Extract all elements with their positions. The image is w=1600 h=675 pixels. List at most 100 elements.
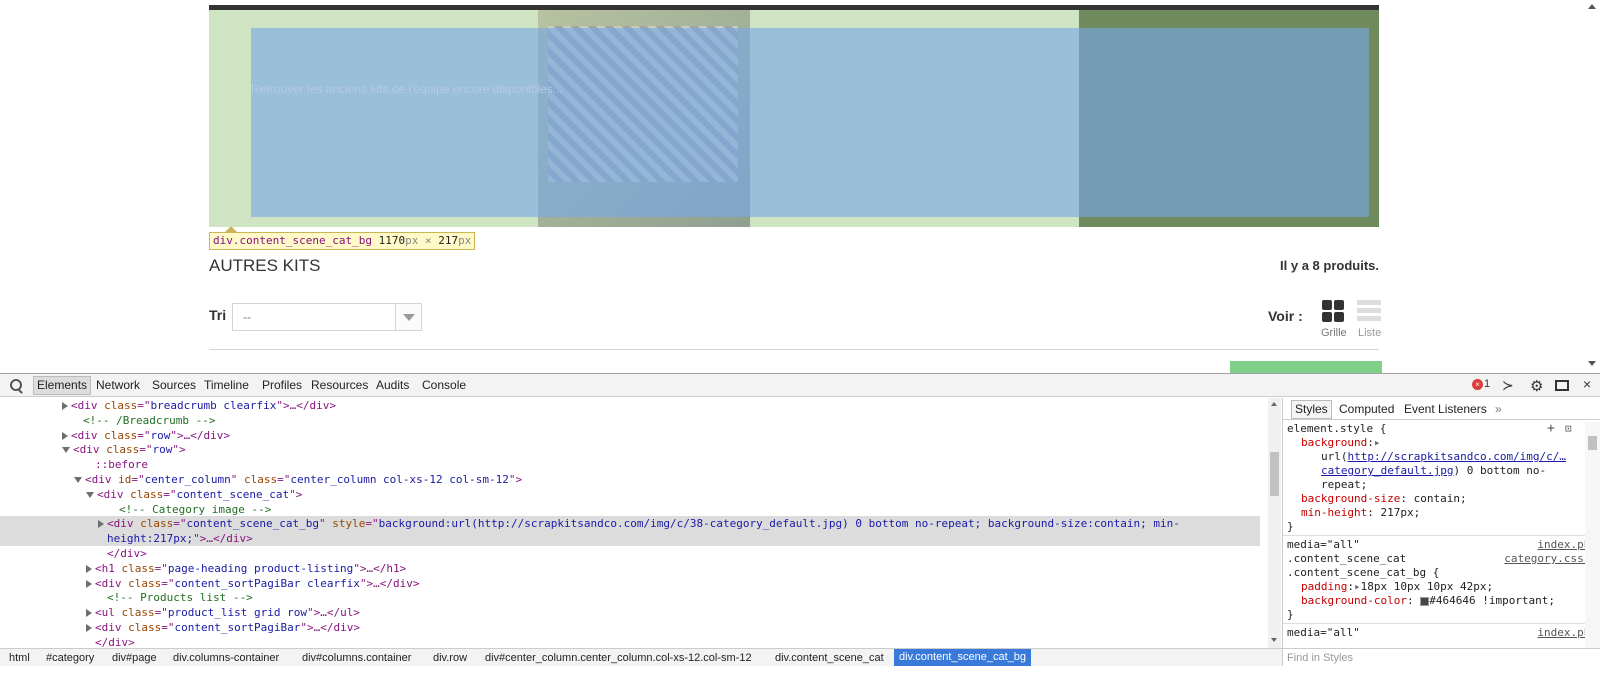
style-value[interactable]: 217px;: [1380, 506, 1420, 519]
close-icon[interactable]: ×: [1583, 376, 1591, 392]
styles-tabs: Styles Computed Event Listeners »: [1283, 398, 1600, 420]
style-property[interactable]: background-color: [1301, 594, 1407, 607]
expand-triangle-closed-icon[interactable]: [86, 609, 92, 618]
style-value[interactable]: contain;: [1414, 492, 1467, 505]
gear-icon[interactable]: ⚙: [1530, 377, 1543, 395]
tab-audits[interactable]: Audits: [376, 378, 409, 392]
tab-console[interactable]: Console: [422, 378, 466, 392]
style-property[interactable]: background: [1301, 436, 1367, 449]
breadcrumb-item[interactable]: div#page: [112, 652, 157, 664]
dom-tree-line[interactable]: <!-- /Breadcrumb -->: [0, 413, 1260, 428]
scroll-thumb[interactable]: [1270, 452, 1279, 496]
dock-icon[interactable]: [1555, 380, 1569, 391]
style-url-link[interactable]: http://scrapkitsandco.com/img/c/…: [1348, 450, 1567, 463]
dom-tree-line[interactable]: <div class="content_scene_cat">: [0, 487, 1260, 502]
dom-tree-line[interactable]: <h1 class="page-heading product-listing"…: [0, 561, 1260, 576]
dom-token: content_scene_cat_bg: [186, 517, 319, 531]
dom-tree-line[interactable]: ::before: [0, 457, 1260, 472]
sort-select[interactable]: --: [232, 303, 422, 331]
style-property[interactable]: padding: [1301, 580, 1347, 593]
grid-view-label[interactable]: Grille: [1321, 327, 1347, 339]
dom-tree-line[interactable]: height:217px;">…</div>: [0, 531, 1260, 547]
dom-tree-line[interactable]: <div class="content_scene_cat_bg" style=…: [0, 516, 1260, 532]
dom-tree-line[interactable]: <div class="content_sortPagiBar clearfix…: [0, 576, 1260, 591]
console-drawer-icon[interactable]: ≻: [1502, 377, 1514, 394]
scroll-down-icon[interactable]: [1271, 638, 1277, 642]
expand-triangle-closed-icon[interactable]: [62, 402, 68, 410]
tab-network[interactable]: Network: [96, 378, 140, 392]
dom-token: row: [152, 443, 173, 457]
expand-triangle-closed-icon[interactable]: [86, 564, 92, 573]
list-view-label[interactable]: Liste: [1358, 327, 1381, 339]
dom-tree-line[interactable]: <div class="row">…</div>: [0, 428, 1260, 443]
chevron-down-icon[interactable]: [395, 304, 421, 330]
search-icon[interactable]: [10, 379, 24, 393]
tab-event-listeners[interactable]: Event Listeners: [1404, 402, 1487, 416]
scroll-thumb[interactable]: [1588, 436, 1597, 450]
dom-token: content_sortPagiBar clearfix: [174, 576, 360, 590]
style-property[interactable]: min-height: [1301, 506, 1367, 519]
dom-token: ">…</ul>: [306, 606, 360, 620]
tab-profiles[interactable]: Profiles: [262, 378, 302, 392]
dom-token: =": [173, 517, 187, 531]
error-count[interactable]: 1: [1484, 378, 1490, 390]
source-link[interactable]: category.css:9: [1504, 552, 1597, 566]
expand-triangle-closed-icon[interactable]: [98, 520, 104, 529]
breadcrumb-item[interactable]: div.content_scene_cat: [775, 652, 884, 664]
style-url-link[interactable]: category_default.jpg: [1321, 464, 1453, 477]
expand-triangle-open-icon[interactable]: [74, 477, 82, 483]
green-button[interactable]: [1230, 361, 1382, 373]
scroll-up-icon[interactable]: [1588, 4, 1596, 9]
dom-tree-line[interactable]: <ul class="product_list grid row">…</ul>: [0, 605, 1260, 620]
color-swatch[interactable]: [1420, 596, 1430, 606]
styles-scrollbar[interactable]: [1585, 422, 1600, 648]
expand-triangle-closed-icon[interactable]: [62, 431, 68, 440]
tab-resources[interactable]: Resources: [311, 378, 368, 392]
tab-styles[interactable]: Styles: [1291, 400, 1332, 419]
breadcrumb-item[interactable]: html: [9, 652, 30, 664]
scroll-down-icon[interactable]: [1588, 361, 1596, 366]
devtools-panel: Elements Network Sources Timeline Profil…: [0, 373, 1600, 675]
breadcrumb-item-selected[interactable]: div.content_scene_cat_bg: [894, 649, 1031, 666]
grid-view-icon[interactable]: [1322, 300, 1344, 322]
dom-tree-line[interactable]: <div id="center_column" class="center_co…: [0, 472, 1260, 487]
style-value[interactable]: #464646 !important;: [1429, 594, 1555, 607]
dom-tree-line[interactable]: <div class="breadcrumb clearfix">…</div>: [0, 398, 1260, 413]
dom-tree-scrollbar[interactable]: [1268, 398, 1281, 648]
breadcrumb-item[interactable]: #category: [46, 652, 94, 664]
find-in-styles-input[interactable]: Find in Styles: [1282, 648, 1600, 666]
breadcrumb-item[interactable]: div.row: [433, 652, 467, 664]
dom-tree-line[interactable]: <!-- Category image -->: [0, 502, 1260, 517]
dom-tree[interactable]: <div class="breadcrumb clearfix">…</div>…: [0, 398, 1268, 648]
dom-tree-line[interactable]: </div>: [0, 546, 1260, 561]
breadcrumb-item[interactable]: div.columns-container: [173, 652, 279, 664]
tab-elements[interactable]: Elements: [33, 376, 92, 395]
dom-token: ">…</div>: [359, 576, 420, 590]
list-view-icon[interactable]: [1357, 300, 1381, 322]
dom-tree-line[interactable]: <div class="content_sortPagiBar">…</div>: [0, 620, 1260, 635]
tab-sources[interactable]: Sources: [152, 378, 196, 392]
expand-triangle-open-icon[interactable]: [62, 447, 70, 454]
tooltip-width: 1170: [378, 234, 406, 247]
toggle-state-icon[interactable]: ⊡: [1565, 422, 1572, 436]
element-style-selector: element.style {: [1287, 422, 1387, 435]
breadcrumb-item[interactable]: div#center_column.center_column.col-xs-1…: [485, 652, 752, 664]
styles-pane: Styles Computed Event Listeners » elemen…: [1282, 398, 1600, 648]
style-value[interactable]: 18px 10px 10px 42px;: [1361, 580, 1493, 593]
tab-timeline[interactable]: Timeline: [204, 378, 249, 392]
dom-token: class: [106, 443, 140, 457]
style-property[interactable]: background-size: [1301, 492, 1400, 505]
dom-tree-line[interactable]: <div class="row">: [0, 442, 1260, 457]
breadcrumb-item[interactable]: div#columns.container: [302, 652, 411, 664]
dom-tree-line[interactable]: </div>: [0, 635, 1260, 648]
page-scrollbar[interactable]: [1584, 0, 1600, 373]
more-tabs-icon[interactable]: »: [1495, 402, 1502, 416]
error-icon[interactable]: ×: [1472, 379, 1483, 390]
expand-triangle-closed-icon[interactable]: [86, 624, 92, 632]
scroll-up-icon[interactable]: [1271, 402, 1277, 406]
dom-tree-line[interactable]: <!-- Products list -->: [0, 590, 1260, 605]
add-rule-icon[interactable]: +: [1547, 422, 1555, 436]
expand-triangle-open-icon[interactable]: [86, 491, 94, 498]
tab-computed[interactable]: Computed: [1339, 402, 1394, 416]
expand-triangle-closed-icon[interactable]: [86, 579, 92, 588]
